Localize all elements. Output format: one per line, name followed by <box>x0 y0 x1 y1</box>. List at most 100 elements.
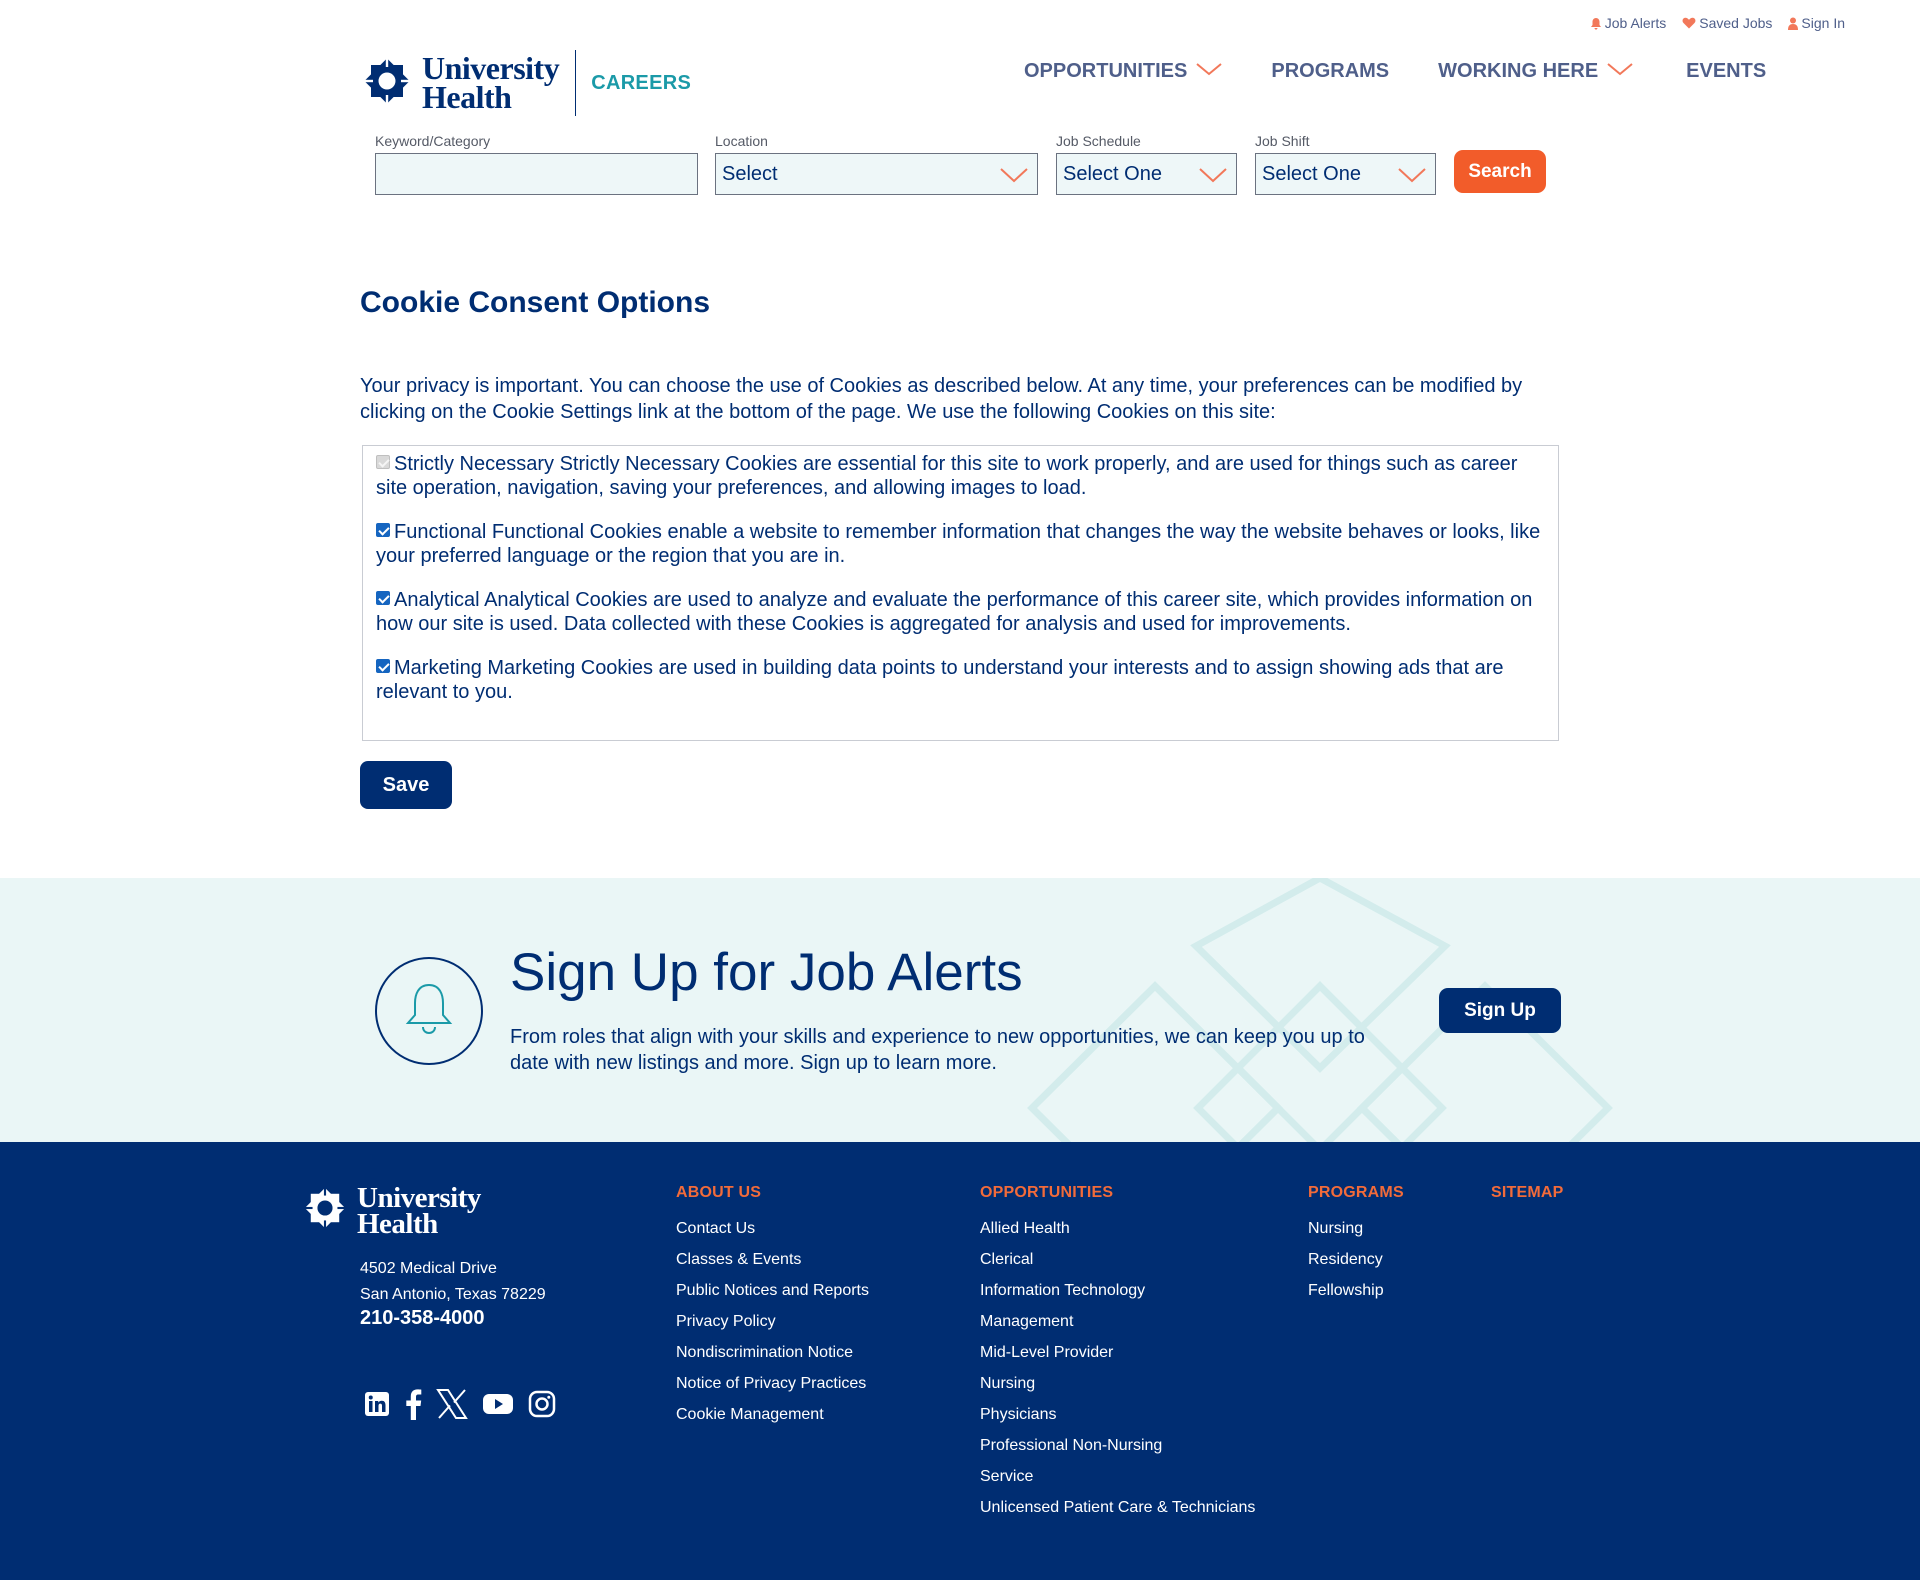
job-alerts-link[interactable]: Job Alerts <box>1590 15 1666 31</box>
footer-opportunities-heading: OPPORTUNITIES <box>980 1184 1114 1201</box>
sign-up-button[interactable]: Sign Up <box>1439 988 1561 1033</box>
shift-label: Job Shift <box>1255 133 1310 149</box>
nav-opportunities[interactable]: OPPORTUNITIES <box>1024 60 1223 83</box>
footer-link[interactable]: Privacy Policy <box>676 1312 869 1331</box>
sign-in-label: Sign In <box>1801 15 1845 31</box>
youtube-icon[interactable] <box>482 1392 514 1421</box>
search-button[interactable]: Search <box>1454 150 1546 193</box>
schedule-label: Job Schedule <box>1056 133 1141 149</box>
nav-events[interactable]: EVENTS <box>1686 60 1766 83</box>
chevron-down-icon <box>1195 60 1223 83</box>
footer-phone[interactable]: 210-358-4000 <box>360 1307 485 1330</box>
footer-opportunities-column: OPPORTUNITIES Allied Health Clerical Inf… <box>980 1184 1255 1529</box>
schedule-select[interactable]: Select One <box>1056 153 1237 195</box>
footer-link[interactable]: Management <box>980 1312 1255 1331</box>
bell-icon <box>1590 17 1602 30</box>
job-alerts-label: Job Alerts <box>1604 15 1667 31</box>
social-links <box>364 1388 556 1425</box>
site-footer: University Health 4502 Medical Drive San… <box>0 1142 1920 1580</box>
job-alerts-text: From roles that align with your skills a… <box>510 1026 1365 1074</box>
address-line-2: San Antonio, Texas 78229 <box>360 1286 546 1303</box>
shift-value: Select One <box>1262 162 1361 185</box>
footer-link[interactable]: Professional Non-Nursing <box>980 1436 1255 1455</box>
footer-link[interactable]: Nursing <box>980 1374 1255 1393</box>
nav-working-here[interactable]: WORKING HERE <box>1438 60 1634 83</box>
footer-link[interactable]: Physicians <box>980 1405 1255 1424</box>
cookie-option-description: Functional Cookies enable a website to r… <box>376 521 1541 567</box>
keyword-input[interactable] <box>375 153 698 195</box>
footer-logo[interactable]: University Health <box>301 1181 481 1240</box>
instagram-icon[interactable] <box>528 1390 556 1423</box>
cookie-option-name: Strictly Necessary <box>394 453 555 475</box>
logo-divider <box>575 50 577 116</box>
site-logo[interactable]: University Health CAREERS <box>360 50 691 116</box>
footer-link[interactable]: Clerical <box>980 1250 1255 1269</box>
footer-link[interactable]: Cookie Management <box>676 1405 869 1424</box>
chevron-down-icon <box>1606 60 1634 83</box>
footer-link[interactable]: Information Technology <box>980 1281 1255 1300</box>
footer-link[interactable]: Nursing <box>1308 1219 1404 1238</box>
footer-link[interactable]: Public Notices and Reports <box>676 1281 869 1300</box>
star-logo-icon <box>301 1184 349 1237</box>
x-icon[interactable] <box>436 1388 468 1425</box>
cookie-options: Strictly Necessary Strictly Necessary Co… <box>362 445 1559 741</box>
shift-select[interactable]: Select One <box>1255 153 1436 195</box>
bell-badge <box>375 957 483 1065</box>
analytical-checkbox[interactable] <box>376 591 390 605</box>
nav-working-here-label: WORKING HERE <box>1438 60 1599 82</box>
linkedin-icon[interactable] <box>364 1391 390 1422</box>
saved-jobs-link[interactable]: Saved Jobs <box>1682 15 1772 31</box>
utility-bar: Job Alerts Saved Jobs Sign In <box>1590 15 1845 31</box>
logo-line-2: Health <box>357 1207 438 1240</box>
nav-opportunities-label: OPPORTUNITIES <box>1024 60 1188 82</box>
location-value: Select <box>722 162 778 185</box>
location-select[interactable]: Select <box>715 153 1038 195</box>
footer-programs-column: PROGRAMS Nursing Residency Fellowship <box>1308 1184 1404 1312</box>
footer-link[interactable]: Allied Health <box>980 1219 1255 1238</box>
logo-wordmark: University Health <box>422 52 560 115</box>
bell-icon <box>404 981 454 1042</box>
cookie-option-name: Marketing <box>394 657 482 679</box>
facebook-icon[interactable] <box>404 1388 422 1425</box>
decorative-pattern <box>1027 878 1613 1142</box>
footer-link[interactable]: Classes & Events <box>676 1250 869 1269</box>
footer-address: 4502 Medical Drive San Antonio, Texas 78… <box>360 1256 546 1308</box>
schedule-value: Select One <box>1063 162 1162 185</box>
location-label: Location <box>715 133 768 149</box>
marketing-checkbox[interactable] <box>376 659 390 673</box>
logo-line-1: University <box>357 1181 481 1214</box>
page-title: Cookie Consent Options <box>360 286 711 319</box>
footer-link[interactable]: Fellowship <box>1308 1281 1404 1300</box>
cookie-intro: Your privacy is important. You can choos… <box>360 375 1523 423</box>
star-logo-icon <box>360 54 414 113</box>
cookie-option-marketing: Marketing Marketing Cookies are used in … <box>376 656 1545 704</box>
footer-logo-wordmark: University Health <box>357 1181 481 1240</box>
cookie-option-functional: Functional Functional Cookies enable a w… <box>376 520 1545 568</box>
footer-link[interactable]: Unlicensed Patient Care & Technicians <box>980 1498 1255 1517</box>
footer-link[interactable]: Contact Us <box>676 1219 869 1238</box>
sign-in-link[interactable]: Sign In <box>1788 15 1845 31</box>
footer-sitemap-link[interactable]: SITEMAP <box>1491 1184 1564 1202</box>
footer-about-column: ABOUT US Contact Us Classes & Events Pub… <box>676 1184 869 1436</box>
careers-label: CAREERS <box>591 71 692 94</box>
nav-programs[interactable]: PROGRAMS <box>1271 60 1389 83</box>
schedule-field: Job Schedule Select One <box>1056 133 1237 195</box>
job-alerts-banner: Sign Up for Job Alerts From roles that a… <box>0 878 1920 1142</box>
save-button[interactable]: Save <box>360 761 452 809</box>
footer-sitemap-column: SITEMAP <box>1491 1184 1564 1219</box>
keyword-label: Keyword/Category <box>375 133 491 149</box>
footer-about-heading: ABOUT US <box>676 1184 762 1201</box>
keyword-field: Keyword/Category <box>375 133 698 195</box>
footer-link[interactable]: Nondiscrimination Notice <box>676 1343 869 1362</box>
cookie-option-description: Analytical Cookies are used to analyze a… <box>376 589 1533 635</box>
main-nav: OPPORTUNITIES PROGRAMS WORKING HERE EVEN… <box>1024 60 1766 83</box>
functional-checkbox[interactable] <box>376 523 390 537</box>
footer-link[interactable]: Mid-Level Provider <box>980 1343 1255 1362</box>
logo-line-2: Health <box>422 79 512 115</box>
shift-field: Job Shift Select One <box>1255 133 1436 195</box>
footer-link[interactable]: Service <box>980 1467 1255 1486</box>
footer-link[interactable]: Residency <box>1308 1250 1404 1269</box>
cookie-option-name: Functional <box>394 521 487 543</box>
footer-link[interactable]: Notice of Privacy Practices <box>676 1374 869 1393</box>
cookie-option-analytical: Analytical Analytical Cookies are used t… <box>376 588 1545 636</box>
